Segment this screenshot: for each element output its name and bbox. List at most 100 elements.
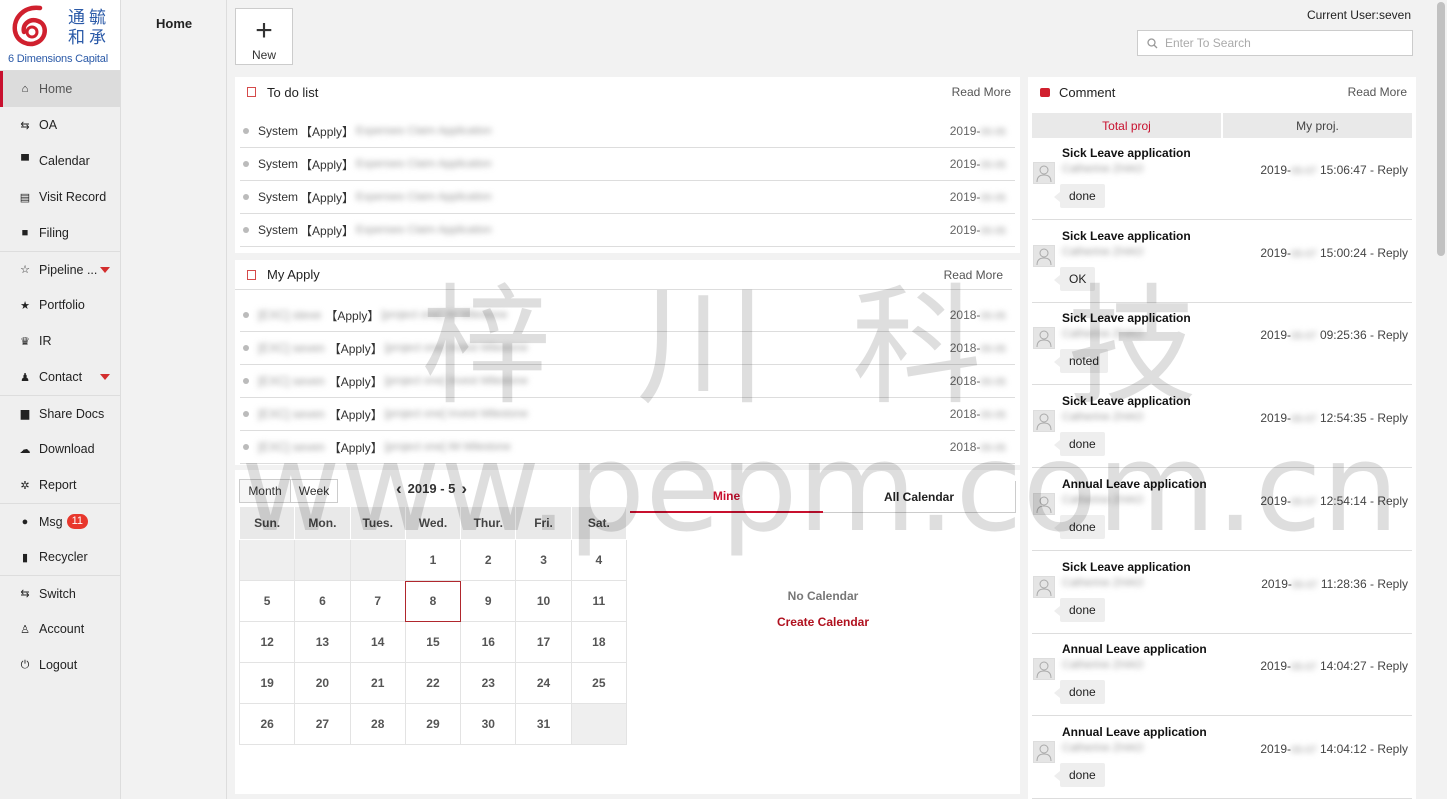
- calendar-day[interactable]: 25: [570, 662, 628, 704]
- list-item[interactable]: System 【Apply】 Expenses Claim Application 2…: [240, 214, 1015, 247]
- sidebar-item-ir[interactable]: ♛ IR: [0, 323, 120, 359]
- reply-link[interactable]: - Reply: [1367, 577, 1408, 591]
- sidebar-item-share-docs[interactable]: ▆ Share Docs: [0, 395, 120, 431]
- calendar-day[interactable]: 30: [460, 703, 517, 745]
- calendar-day[interactable]: 9: [460, 580, 517, 622]
- reply-link[interactable]: - Reply: [1367, 494, 1408, 508]
- calendar-day[interactable]: 17: [515, 621, 572, 663]
- reply-link[interactable]: - Reply: [1367, 742, 1408, 756]
- comment-item[interactable]: Sick Leave application Catherine ZHAO 2019…: [1032, 303, 1412, 386]
- calendar-day[interactable]: 27: [294, 703, 351, 745]
- list-item[interactable]: System 【Apply】 Expenses Claim Application 2…: [240, 181, 1015, 214]
- list-item[interactable]: System 【Apply】 Expenses Claim Application 2…: [240, 115, 1015, 148]
- sidebar-item-logout[interactable]: ⏻ Logout: [0, 647, 120, 683]
- calendar-day[interactable]: 23: [460, 662, 517, 704]
- calendar-day[interactable]: 28: [349, 703, 406, 745]
- calendar-day[interactable]: 6: [294, 580, 351, 622]
- sidebar-item-calendar[interactable]: ▀ Calendar: [0, 143, 120, 179]
- calendar-day[interactable]: 12: [238, 621, 296, 663]
- sidebar-item-download[interactable]: ☁ Download: [0, 431, 120, 467]
- comment-subject[interactable]: Annual Leave application: [1062, 725, 1207, 739]
- comment-item[interactable]: Annual Leave application Catherine ZHAO 20…: [1032, 634, 1412, 717]
- list-item[interactable]: [EXC] seven 【Apply】 [project one] Invest M…: [240, 332, 1015, 365]
- calendar-day[interactable]: 11: [570, 580, 628, 622]
- comment-item[interactable]: Sick Leave application Catherine ZHAO 2019…: [1032, 386, 1412, 469]
- sidebar-item-visit-record[interactable]: ▤ Visit Record: [0, 179, 120, 215]
- comment-subject[interactable]: Sick Leave application: [1062, 560, 1191, 574]
- calendar-day[interactable]: 13: [294, 621, 351, 663]
- calendar-day[interactable]: 1: [404, 539, 462, 581]
- calendar-day[interactable]: 10: [515, 580, 572, 622]
- sidebar-item-portfolio[interactable]: ★ Portfolio: [0, 287, 120, 323]
- calendar-day[interactable]: 15: [404, 621, 462, 663]
- sub-sidebar-title[interactable]: Home: [156, 16, 192, 31]
- list-item[interactable]: [EXC] seven 【Apply】 [project one] IM Miles…: [240, 431, 1015, 464]
- calendar-day[interactable]: 20: [294, 662, 351, 704]
- sidebar-item-oa[interactable]: ⇆ OA: [0, 107, 120, 143]
- sidebar-item-home[interactable]: ⌂ Home: [0, 71, 120, 107]
- month-view-button[interactable]: Month: [239, 479, 291, 503]
- list-item[interactable]: [EXC] seven 【Apply】 [project one] Invest M…: [240, 365, 1015, 398]
- page-scrollbar[interactable]: [1435, 0, 1447, 799]
- calendar-day[interactable]: 2: [460, 539, 517, 581]
- scrollbar-thumb[interactable]: [1437, 2, 1445, 256]
- calendar-day[interactable]: 24: [515, 662, 572, 704]
- calendar-day[interactable]: 4: [570, 539, 628, 581]
- sidebar-item-filing[interactable]: ■ Filing: [0, 215, 120, 251]
- tab-mine[interactable]: Mine: [630, 481, 823, 513]
- comment-subject[interactable]: Annual Leave application: [1062, 477, 1207, 491]
- reply-link[interactable]: - Reply: [1367, 411, 1408, 425]
- calendar-day[interactable]: 3: [515, 539, 572, 581]
- calendar-day[interactable]: 21: [349, 662, 406, 704]
- calendar-day[interactable]: 19: [238, 662, 296, 704]
- calendar-day[interactable]: 16: [460, 621, 517, 663]
- calendar-day[interactable]: 8: [404, 580, 462, 622]
- my-apply-read-more-link[interactable]: Read More: [944, 268, 1003, 282]
- comment-item[interactable]: Annual Leave application Catherine ZHAO 20…: [1032, 469, 1412, 551]
- sidebar-item-pipeline[interactable]: ☆ Pipeline ...: [0, 251, 120, 287]
- sidebar-item-recycler[interactable]: ▮ Recycler: [0, 539, 120, 575]
- comment-subject[interactable]: Sick Leave application: [1062, 229, 1191, 243]
- reply-link[interactable]: - Reply: [1367, 328, 1408, 342]
- reply-link[interactable]: - Reply: [1367, 163, 1408, 177]
- create-calendar-link[interactable]: Create Calendar: [630, 615, 1016, 629]
- todo-read-more-link[interactable]: Read More: [952, 85, 1011, 99]
- week-view-button[interactable]: Week: [290, 479, 338, 503]
- caret-down-icon[interactable]: [100, 267, 110, 273]
- sidebar-item-switch[interactable]: ⇆ Switch: [0, 575, 120, 611]
- calendar-day[interactable]: 26: [238, 703, 296, 745]
- tab-my-proj[interactable]: My proj.: [1223, 113, 1412, 138]
- comment-item[interactable]: Sick Leave application Catherine ZHAO 2019…: [1032, 221, 1412, 303]
- new-button[interactable]: + New: [235, 8, 293, 65]
- calendar-day[interactable]: 29: [404, 703, 462, 745]
- sidebar-item-contact[interactable]: ♟ Contact: [0, 359, 120, 395]
- comment-subject[interactable]: Annual Leave application: [1062, 642, 1207, 656]
- calendar-day[interactable]: 22: [404, 662, 462, 704]
- calendar-day[interactable]: 5: [238, 580, 296, 622]
- logo[interactable]: 通毓和承 6 Dimensions Capital: [0, 0, 120, 71]
- list-item[interactable]: [EXC] steve 【Apply】 [project one] IM Miles…: [240, 299, 1015, 332]
- comment-subject[interactable]: Sick Leave application: [1062, 146, 1191, 160]
- prev-month-icon[interactable]: ‹: [396, 480, 402, 497]
- list-item[interactable]: System 【Apply】 Expenses Claim Application 2…: [240, 148, 1015, 181]
- search-input[interactable]: Enter To Search: [1137, 30, 1413, 56]
- calendar-day[interactable]: 7: [349, 580, 406, 622]
- comment-subject[interactable]: Sick Leave application: [1062, 311, 1191, 325]
- comment-item[interactable]: Annual Leave application Catherine ZHAO 20…: [1032, 717, 1412, 799]
- comment-item[interactable]: Sick Leave application Catherine ZHAO 2019…: [1032, 138, 1412, 220]
- sidebar-item-account[interactable]: ♙ Account: [0, 611, 120, 647]
- comment-subject[interactable]: Sick Leave application: [1062, 394, 1191, 408]
- calendar-day[interactable]: 14: [349, 621, 406, 663]
- next-month-icon[interactable]: ›: [461, 480, 467, 497]
- sidebar-item-report[interactable]: ✲ Report: [0, 467, 120, 503]
- calendar-day[interactable]: 31: [515, 703, 572, 745]
- reply-link[interactable]: - Reply: [1367, 246, 1408, 260]
- list-item[interactable]: [EXC] seven 【Apply】 [project one] Invest M…: [240, 398, 1015, 431]
- comment-read-more-link[interactable]: Read More: [1348, 85, 1407, 99]
- reply-link[interactable]: - Reply: [1367, 659, 1408, 673]
- comment-item[interactable]: Sick Leave application Catherine ZHAO 2019…: [1032, 552, 1412, 634]
- sidebar-item-msg[interactable]: ● Msg 11: [0, 503, 120, 539]
- caret-down-icon[interactable]: [100, 374, 110, 380]
- tab-all-calendar[interactable]: All Calendar: [823, 481, 1016, 513]
- calendar-day[interactable]: 18: [570, 621, 628, 663]
